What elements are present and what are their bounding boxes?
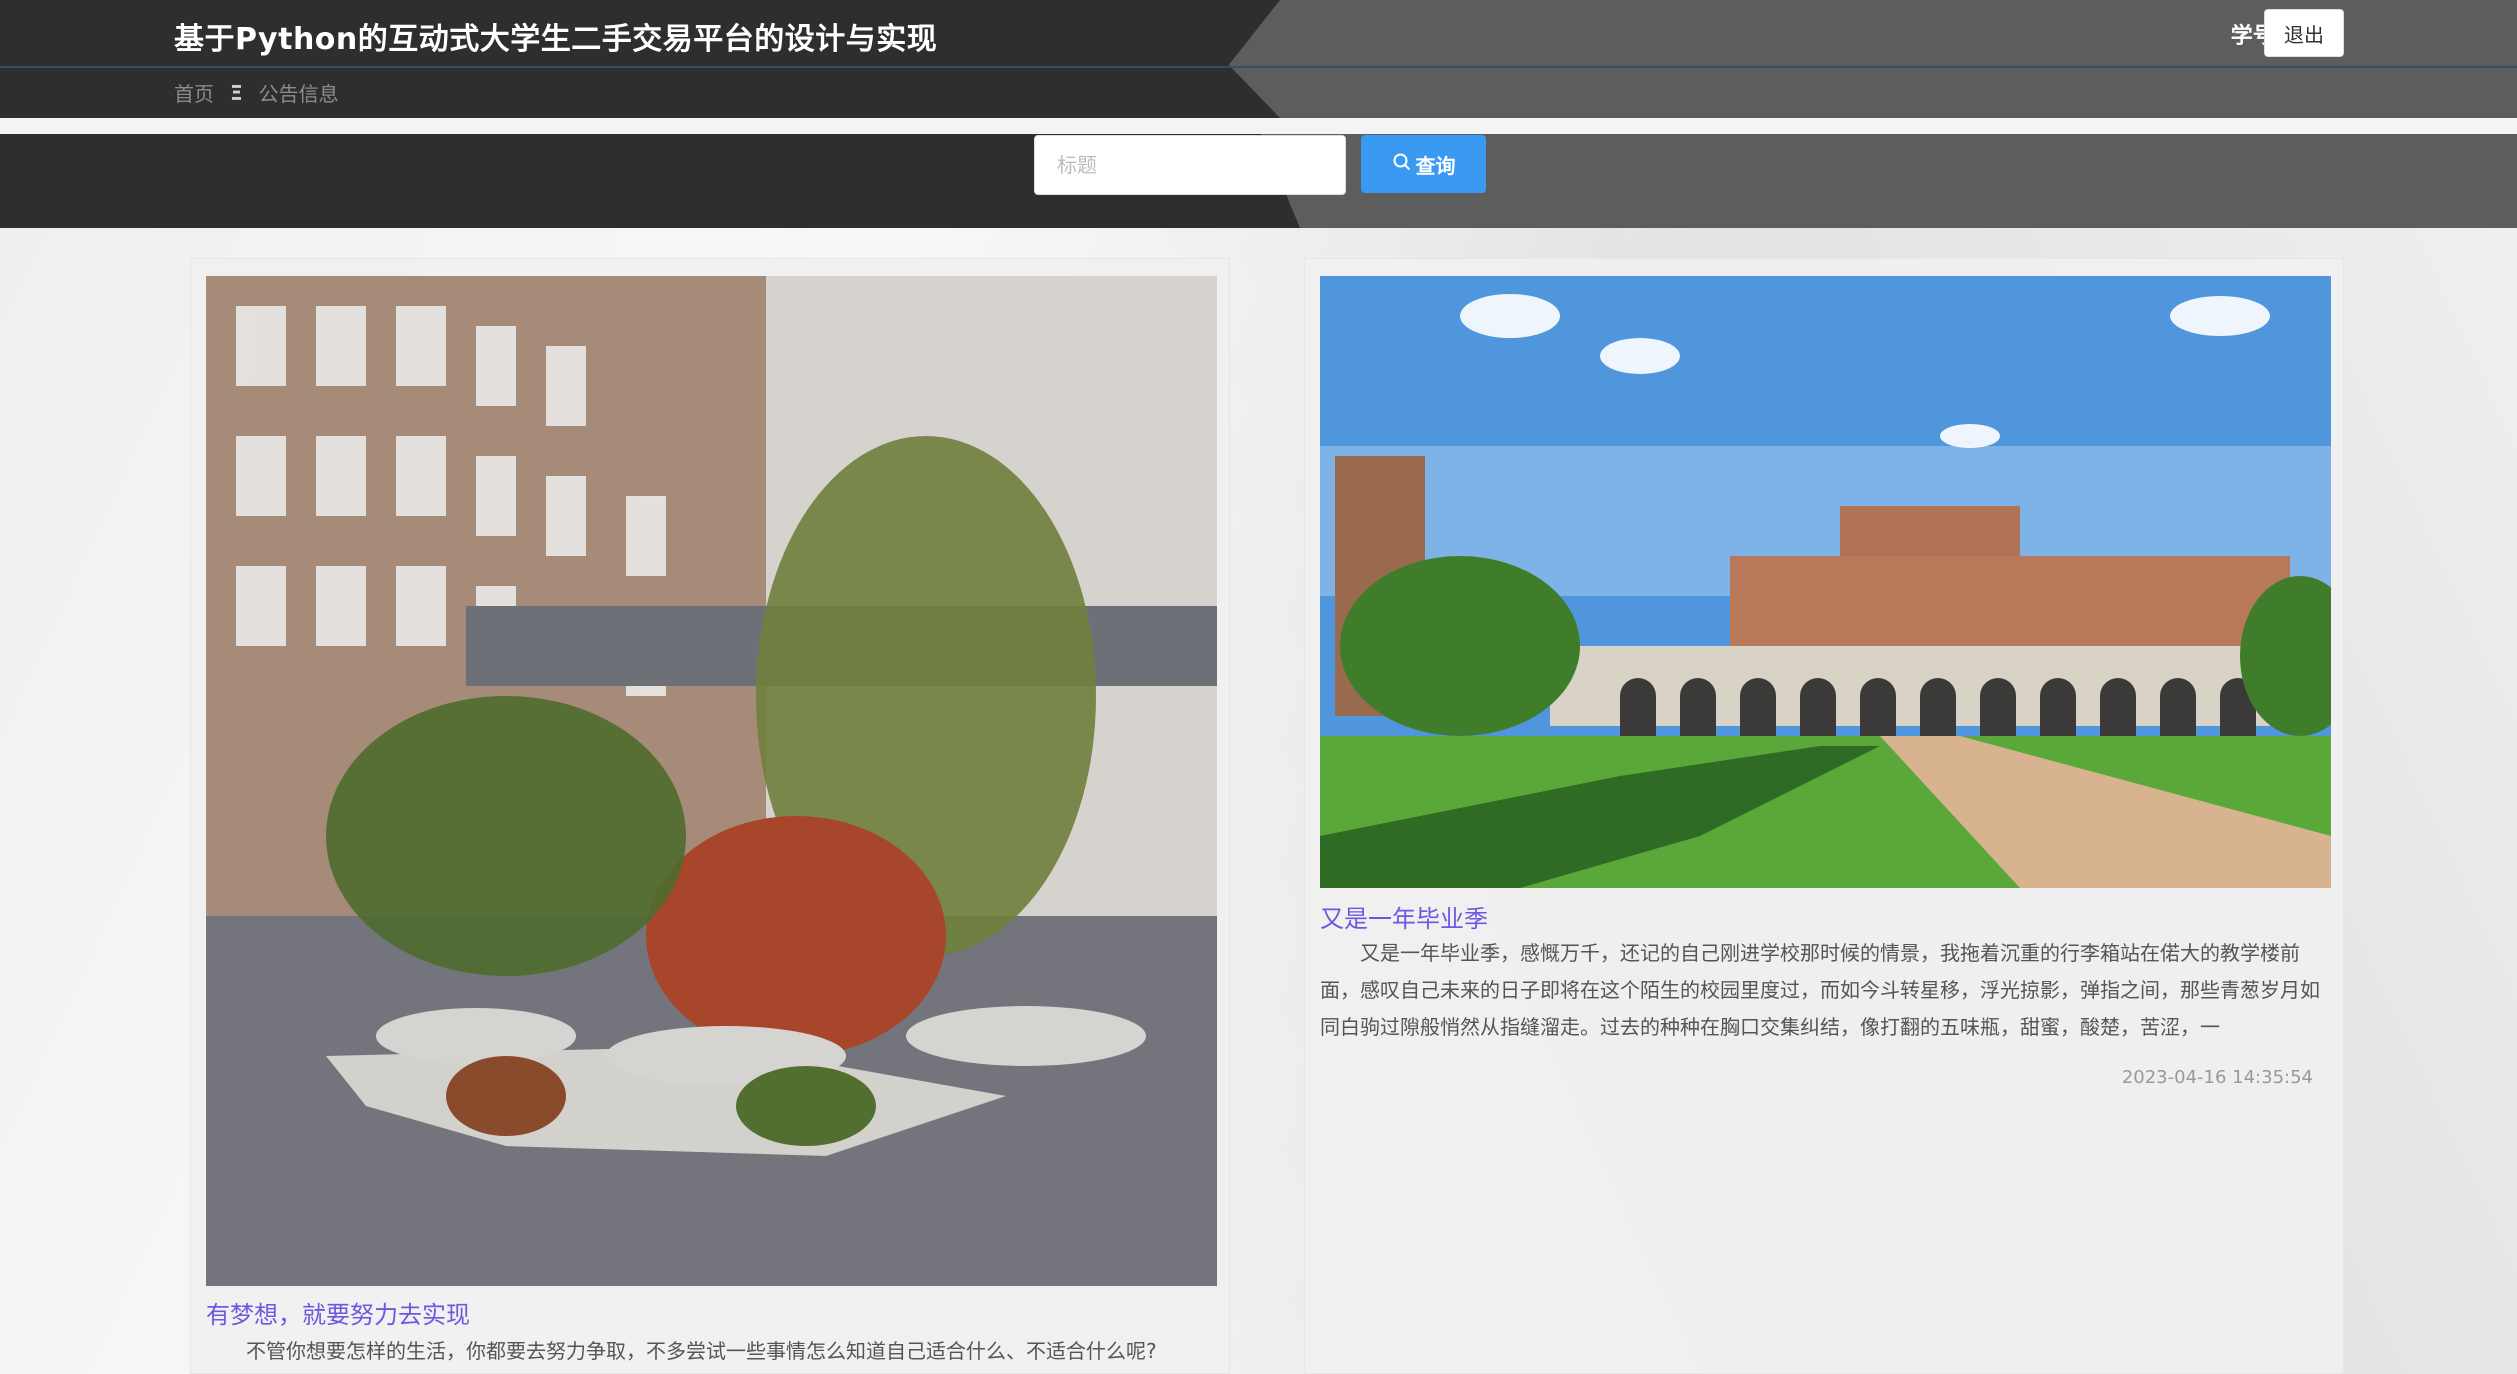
- breadcrumb-home[interactable]: 首页: [174, 78, 214, 107]
- search-button-label: 查询: [1415, 153, 1456, 178]
- top-header: 基于Python的互动式大学生二手交易平台的设计与实现 首页 Ξ 公告信息 学号…: [0, 0, 2517, 118]
- announcement-date: 2023-04-16 14:35:54: [2121, 1067, 2313, 1088]
- announcement-image[interactable]: [206, 276, 1217, 1286]
- breadcrumb-separator: Ξ: [230, 80, 243, 105]
- breadcrumb-current: 公告信息: [258, 82, 339, 106]
- search-button[interactable]: 查询: [1361, 135, 1486, 193]
- header-gap: [0, 118, 2517, 134]
- search-icon: [1392, 152, 1412, 177]
- site-title: 基于Python的互动式大学生二手交易平台的设计与实现: [174, 22, 938, 57]
- header-divider: [0, 66, 2517, 68]
- title-search-input[interactable]: [1034, 135, 1346, 195]
- announcement-image[interactable]: [1320, 276, 2331, 888]
- announcement-excerpt: 又是一年毕业季，感慨万千，还记的自己刚进学校那时候的情景，我拖着沉重的行李箱站在…: [1320, 941, 2320, 1039]
- announcement-title[interactable]: 又是一年毕业季: [1320, 899, 1488, 934]
- announcement-excerpt: 不管你想要怎样的生活，你都要去努力争取，不多尝试一些事情怎么知道自己适合什么、不…: [246, 1339, 1157, 1363]
- breadcrumb: 首页 Ξ 公告信息: [174, 78, 339, 107]
- announcement-title[interactable]: 有梦想，就要努力去实现: [206, 1295, 470, 1330]
- university-building-lawn-photo: [1320, 276, 2331, 888]
- logout-button[interactable]: 退出: [2264, 9, 2344, 57]
- announcement-card[interactable]: 有梦想，就要努力去实现 不管你想要怎样的生活，你都要去努力争取，不多尝试一些事情…: [190, 258, 1230, 1374]
- announcement-card[interactable]: 又是一年毕业季 又是一年毕业季，感慨万千，还记的自己刚进学校那时候的情景，我拖着…: [1304, 258, 2344, 1374]
- search-bar: 查询: [0, 134, 2517, 228]
- campus-courtyard-photo: [206, 276, 1217, 1286]
